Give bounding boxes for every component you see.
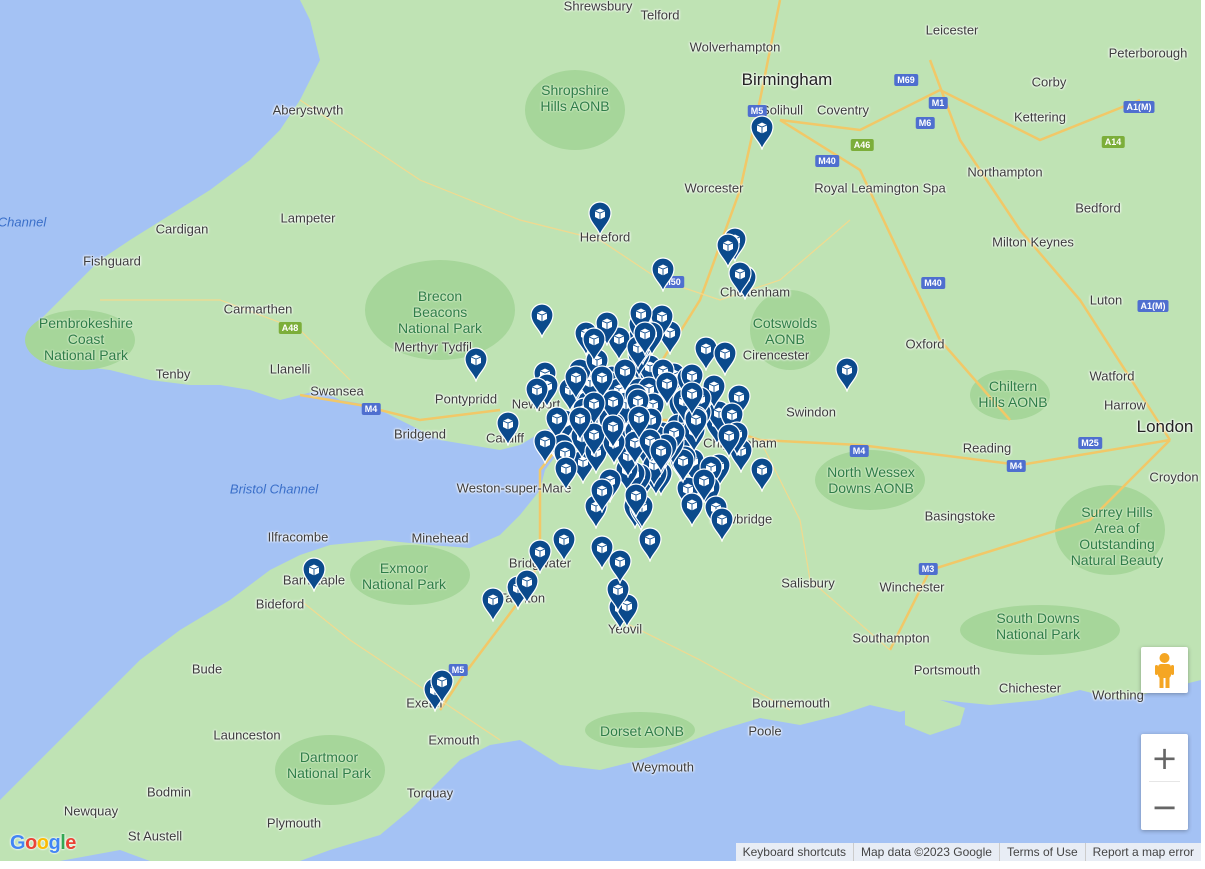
map-marker-icon[interactable] xyxy=(749,456,775,492)
map-marker-icon[interactable] xyxy=(587,200,613,236)
map-marker-icon[interactable] xyxy=(709,506,735,542)
road-shield: M4 xyxy=(1006,460,1026,472)
pegman-icon xyxy=(1155,653,1174,688)
road-shield: A1(M) xyxy=(1137,300,1169,312)
road-shield: M40 xyxy=(921,277,945,289)
street-view-pegman-button[interactable] xyxy=(1141,647,1188,693)
map-marker-icon[interactable] xyxy=(563,364,589,400)
road-shield: A1(M) xyxy=(1123,101,1155,113)
map-marker-icon[interactable] xyxy=(600,413,626,449)
road-shield: A46 xyxy=(850,139,874,151)
road-shield: M69 xyxy=(894,74,918,86)
map-marker-icon[interactable] xyxy=(495,410,521,446)
zoom-divider xyxy=(1149,781,1180,782)
map-marker-icon[interactable] xyxy=(654,370,680,406)
map-marker-icon[interactable] xyxy=(712,340,738,376)
map-marker-icon[interactable] xyxy=(524,376,550,412)
map-marker-icon[interactable] xyxy=(480,586,506,622)
map-footer: Keyboard shortcuts Map data ©2023 Google… xyxy=(735,843,1201,861)
map-marker-icon[interactable] xyxy=(527,538,553,574)
zoom-control: + − xyxy=(1141,734,1188,830)
road-shield: A14 xyxy=(1101,136,1125,148)
report-map-error-link[interactable]: Report a map error xyxy=(1084,843,1201,861)
map-marker-icon[interactable] xyxy=(632,320,658,356)
map-marker-icon[interactable] xyxy=(532,428,558,464)
keyboard-shortcuts-link[interactable]: Keyboard shortcuts xyxy=(736,843,853,861)
map-marker-icon[interactable] xyxy=(648,437,674,473)
road-shield: M4 xyxy=(849,445,869,457)
road-shield: M25 xyxy=(1078,437,1102,449)
map-marker-icon[interactable] xyxy=(626,404,652,440)
map-marker-icon[interactable] xyxy=(650,256,676,292)
road-shield: M3 xyxy=(918,563,938,575)
road-shield: M40 xyxy=(815,155,839,167)
map-marker-icon[interactable] xyxy=(463,346,489,382)
map-marker-icon[interactable] xyxy=(623,482,649,518)
map-marker-icon[interactable] xyxy=(716,422,742,458)
map-marker-icon[interactable] xyxy=(581,326,607,362)
map-marker-icon[interactable] xyxy=(637,526,663,562)
map-marker-icon[interactable] xyxy=(727,260,753,296)
map-marker-icon[interactable] xyxy=(567,405,593,441)
terms-of-use-link[interactable]: Terms of Use xyxy=(998,843,1085,861)
zoom-in-button[interactable]: + xyxy=(1141,734,1188,781)
road-shield: A48 xyxy=(278,322,302,334)
map-data-attribution: Map data ©2023 Google xyxy=(853,843,999,861)
map-marker-icon[interactable] xyxy=(679,380,705,416)
road-shield: M1 xyxy=(928,97,948,109)
map-canvas[interactable]: Shrewsbury Telford Leicester Wolverhampton P… xyxy=(0,0,1201,861)
zoom-out-button[interactable]: − xyxy=(1141,783,1188,830)
map-marker-icon[interactable] xyxy=(589,477,615,513)
map-marker-icon[interactable] xyxy=(679,491,705,527)
map-marker-icon[interactable] xyxy=(529,302,555,338)
road-shield: M4 xyxy=(361,403,381,415)
map-marker-icon[interactable] xyxy=(301,556,327,592)
map-marker-icon[interactable] xyxy=(429,668,455,704)
map-marker-icon[interactable] xyxy=(607,548,633,584)
map-marker-icon[interactable] xyxy=(749,114,775,150)
road-shield: M6 xyxy=(915,117,935,129)
map-marker-icon[interactable] xyxy=(834,356,860,392)
map-marker-icon[interactable] xyxy=(551,526,577,562)
google-logo: Google xyxy=(10,832,76,854)
